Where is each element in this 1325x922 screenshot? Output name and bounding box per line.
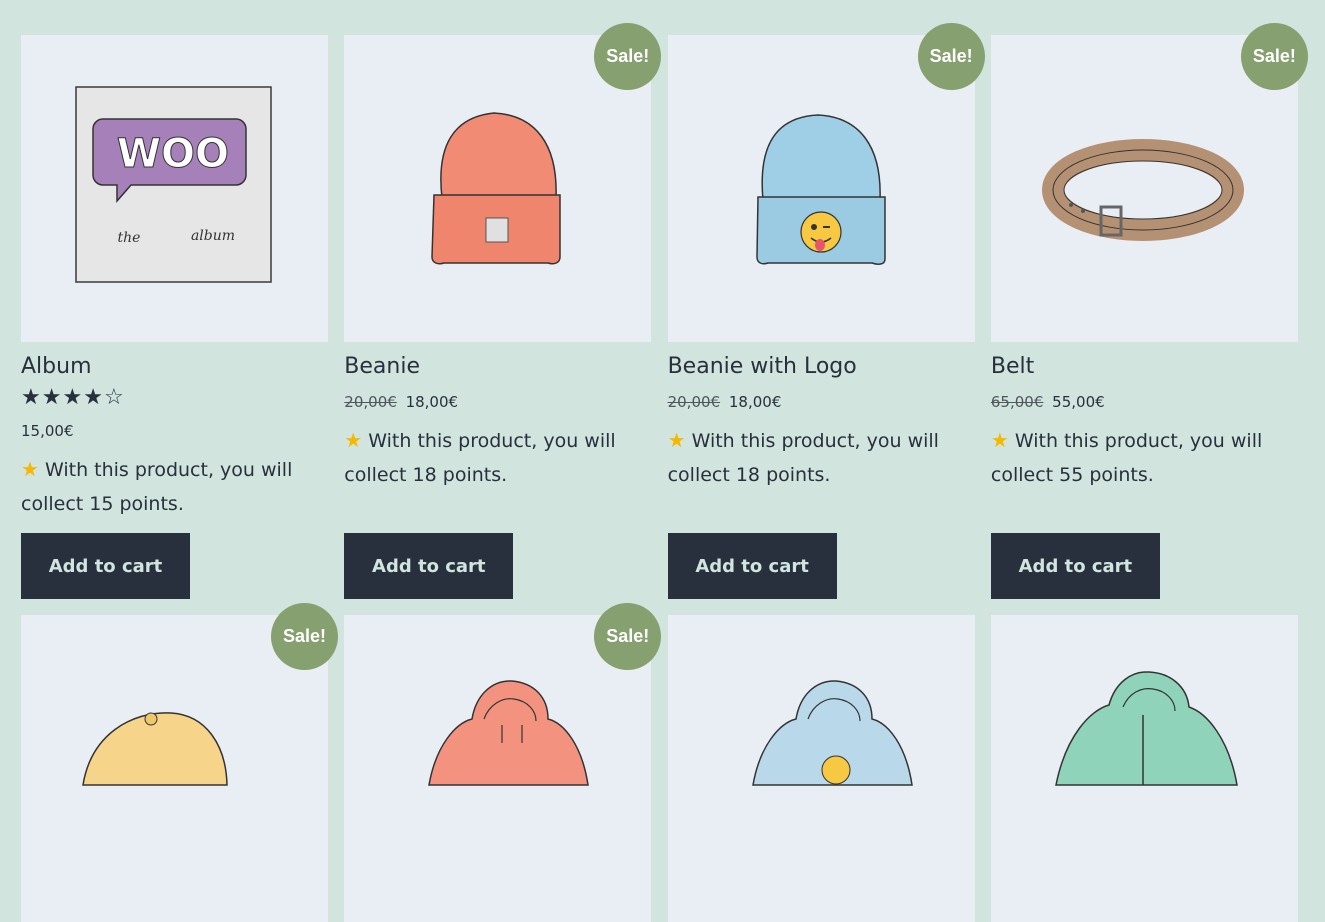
sale-badge: Sale!	[917, 23, 985, 90]
star-filled-icon: ★	[41, 385, 62, 410]
star-emoji-icon: ★	[667, 428, 686, 452]
points-text: With this product, you will collect 18 p…	[667, 430, 939, 486]
hoodie-zipper-image	[1054, 671, 1238, 786]
product-card-album: WOO the album Album ★ ★ ★ ★ ☆ 15,00€ ★ W…	[21, 35, 328, 599]
product-card-beanie: Sale! Beanie 20,00€ 18,00€ ★ With this p…	[344, 23, 662, 599]
star-empty-icon: ☆	[103, 385, 124, 410]
regular-price: 65,00€	[990, 393, 1044, 411]
star-emoji-icon: ★	[21, 457, 39, 481]
regular-price: 20,00€	[344, 393, 397, 411]
sale-badge: Sale!	[594, 603, 662, 670]
album-image: WOO the album	[75, 86, 272, 283]
star-filled-icon: ★	[21, 385, 41, 410]
points-text: With this product, you will collect 18 p…	[344, 430, 616, 486]
product-title[interactable]: Beanie with Logo	[668, 353, 975, 381]
album-left-text: the	[118, 230, 141, 246]
product-card-beanie-with-logo: Sale! Beanie with Logo 20,00€ 18,00€ ★ W…	[667, 23, 985, 599]
star-emoji-icon: ★	[990, 428, 1009, 452]
points-message: ★ With this product, you will collect 18…	[344, 423, 651, 492]
sale-price: 18,00€	[728, 393, 782, 411]
star-emoji-icon: ★	[344, 428, 363, 452]
rating-stars: ★ ★ ★ ★ ☆	[21, 386, 328, 410]
sale-badge: Sale!	[594, 23, 662, 90]
regular-price: 20,00€	[667, 393, 721, 411]
points-message: ★ With this product, you will collect 55…	[991, 423, 1298, 492]
star-filled-icon: ★	[83, 385, 103, 410]
points-message: ★ With this product, you will collect 18…	[668, 423, 975, 492]
product-image-hoodie-with-zipper[interactable]	[990, 615, 1298, 922]
product-image-hoodie-with-logo[interactable]	[667, 615, 975, 922]
points-text: With this product, you will collect 55 p…	[990, 430, 1263, 486]
album-logo-text: WOO	[117, 131, 229, 177]
product-price: 20,00€ 18,00€	[344, 391, 651, 413]
product-card-hoodie-with-logo	[667, 615, 975, 922]
product-card-belt: Sale! Belt 65,00€ 55,00€ ★ With this pro…	[990, 23, 1308, 599]
points-message: ★ With this product, you will collect 15…	[21, 452, 328, 521]
points-text: With this product, you will collect 15 p…	[21, 459, 293, 515]
sale-price: 18,00€	[405, 393, 459, 411]
sale-price: 55,00€	[1052, 393, 1105, 411]
add-to-cart-button[interactable]: Add to cart	[667, 533, 837, 599]
product-title[interactable]: Album	[21, 353, 328, 381]
hoodie-logo-image	[751, 680, 913, 786]
product-title[interactable]: Beanie	[344, 353, 651, 381]
product-card-cap: Sale!	[21, 603, 338, 922]
product-grid: WOO the album Album ★ ★ ★ ★ ☆ 15,00€ ★ W…	[21, 23, 1308, 922]
product-price: 20,00€ 18,00€	[668, 391, 975, 413]
product-image-album[interactable]: WOO the album	[21, 35, 328, 342]
album-right-text: album	[191, 228, 235, 244]
product-card-hoodie: Sale!	[344, 603, 662, 922]
sale-badge: Sale!	[1240, 23, 1308, 90]
product-card-hoodie-with-zipper	[990, 615, 1298, 922]
add-to-cart-button[interactable]: Add to cart	[21, 533, 190, 599]
product-price: 65,00€ 55,00€	[991, 391, 1298, 413]
star-filled-icon: ★	[62, 385, 83, 410]
add-to-cart-button[interactable]: Add to cart	[344, 533, 514, 599]
product-price: 15,00€	[21, 422, 74, 440]
sale-badge: Sale!	[271, 603, 338, 670]
product-title[interactable]: Belt	[991, 353, 1298, 381]
add-to-cart-button[interactable]: Add to cart	[990, 533, 1160, 599]
